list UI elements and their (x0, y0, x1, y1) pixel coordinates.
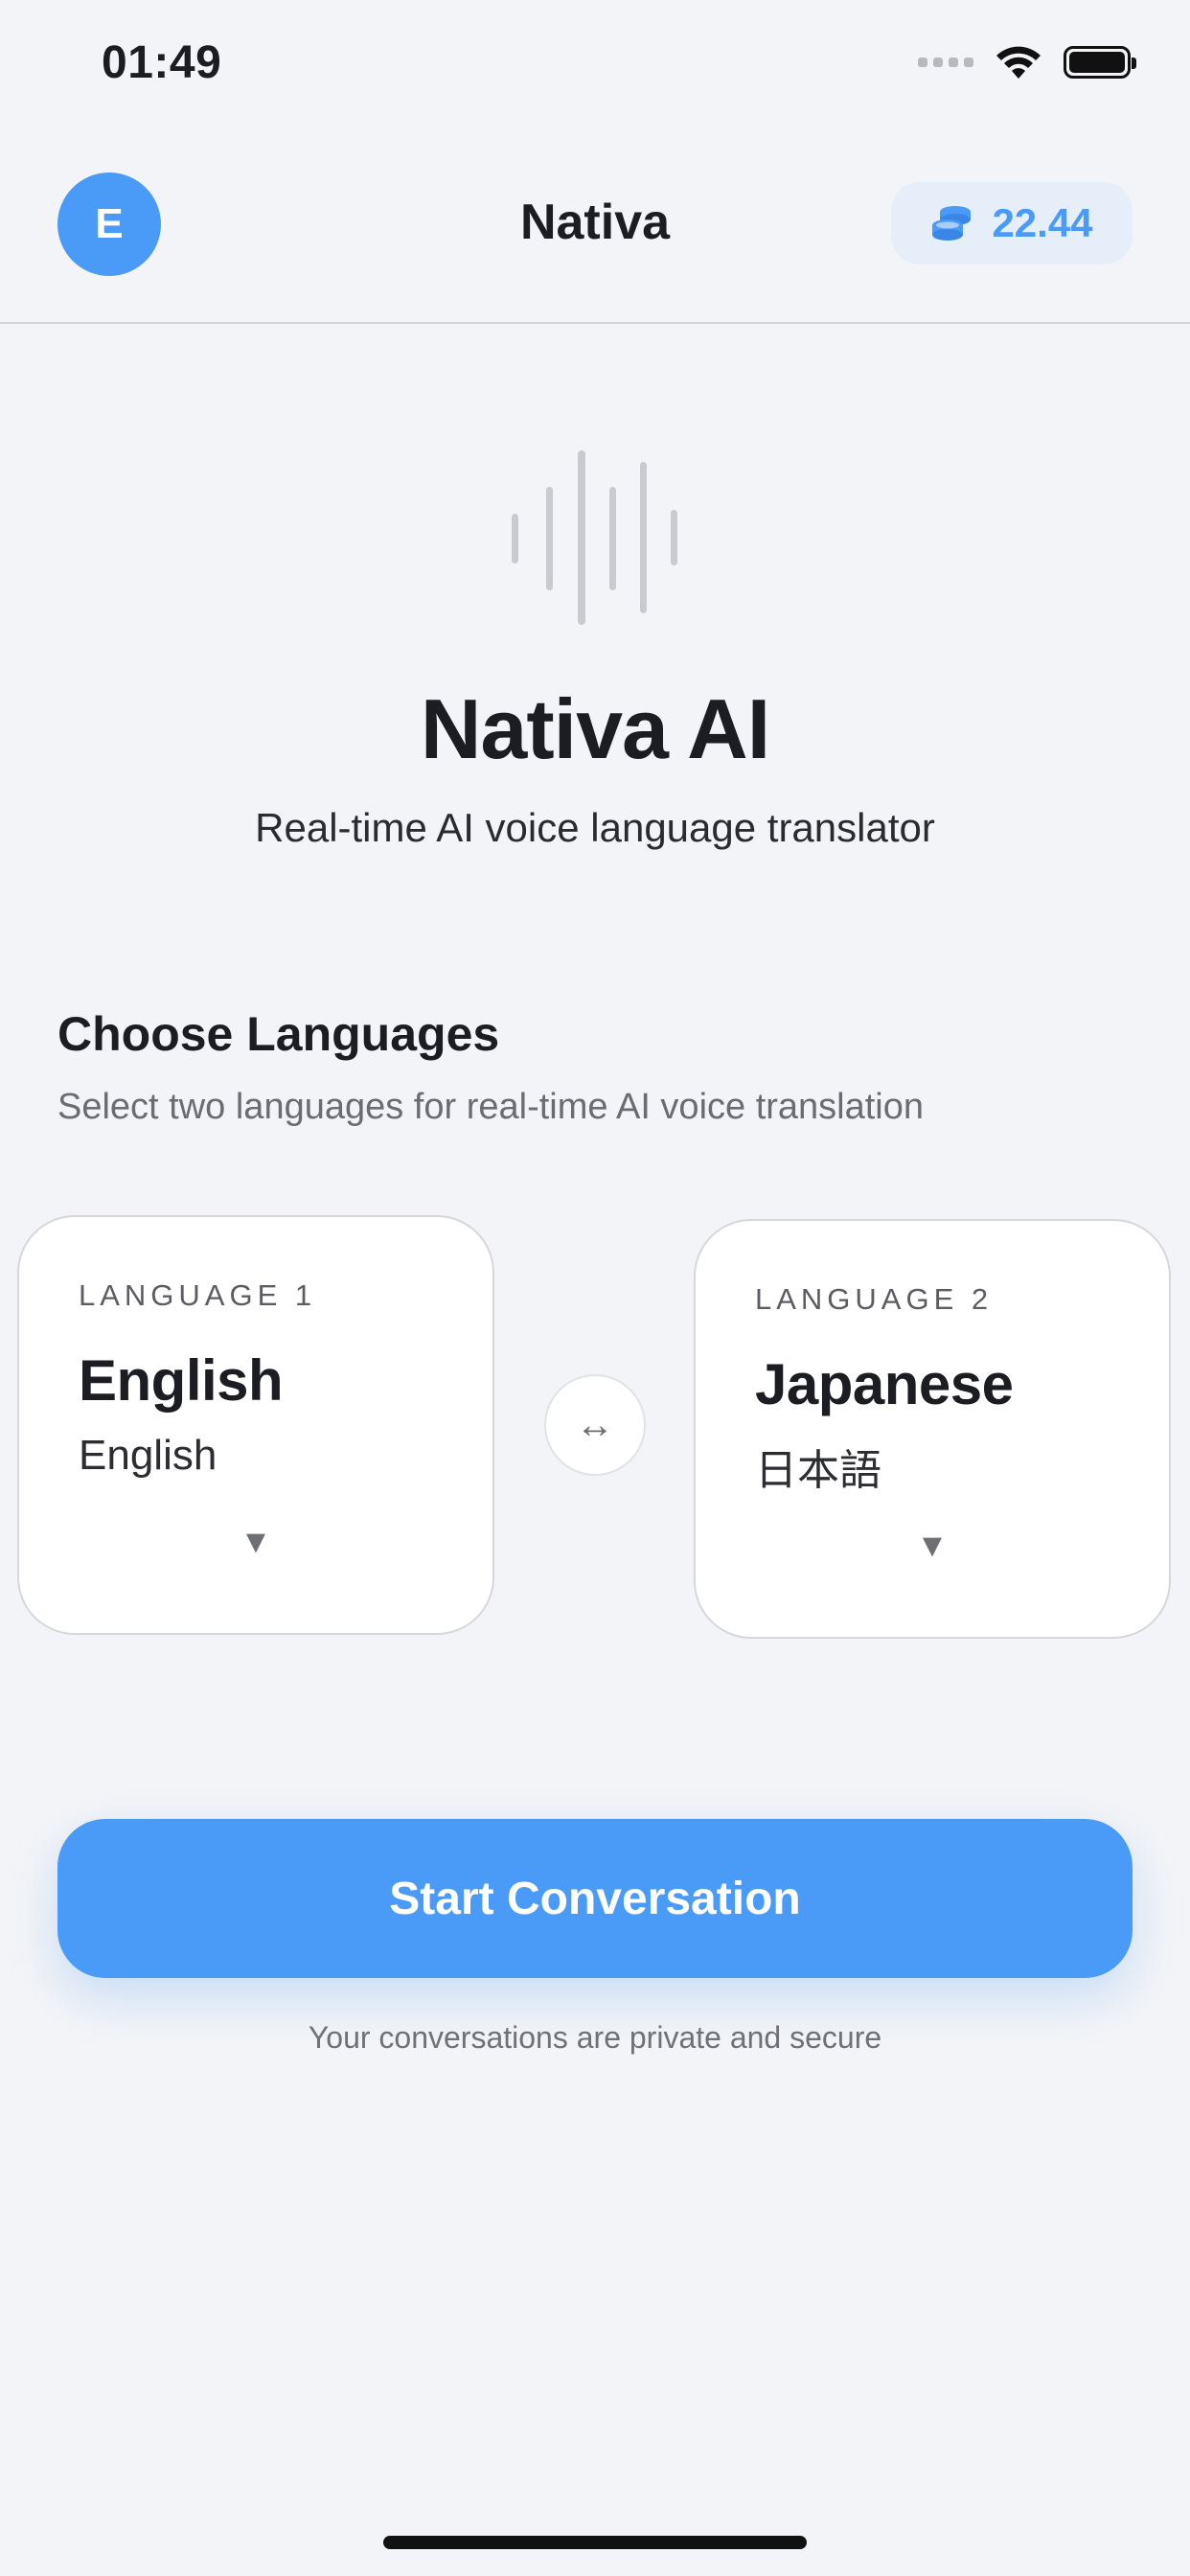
language-2-native-name: 日本語 (755, 1447, 881, 1494)
credits-balance-button[interactable]: 22.44 (891, 182, 1133, 264)
hero-subtitle: Real-time AI voice language translator (255, 805, 935, 850)
language-1-native-name: English (79, 1432, 217, 1479)
language-1-label: LANGUAGE 1 (79, 1278, 317, 1312)
battery-icon (1064, 46, 1136, 79)
language-1-name: English (79, 1348, 284, 1413)
language-2-selector[interactable]: LANGUAGE 2 Japanese 日本語 ▼ (694, 1219, 1171, 1639)
start-conversation-button[interactable]: Start Conversation (57, 1819, 1133, 1978)
chevron-down-icon: ▼ (916, 1528, 949, 1564)
status-time: 01:49 (102, 37, 222, 88)
header-divider (0, 322, 1190, 324)
cellular-dots-icon (918, 58, 973, 67)
credits-value: 22.44 (992, 200, 1093, 245)
home-indicator[interactable] (383, 2536, 807, 2549)
privacy-note: Your conversations are private and secur… (308, 2020, 882, 2055)
swap-arrows-icon: ↔ (576, 1403, 614, 1446)
chevron-down-icon: ▼ (240, 1524, 272, 1560)
section-subtitle: Select two languages for real-time AI vo… (57, 1087, 925, 1127)
language-1-selector[interactable]: LANGUAGE 1 English English ▼ (17, 1215, 494, 1635)
wifi-icon (996, 46, 1041, 79)
coins-stack-icon (932, 206, 972, 241)
language-2-name: Japanese (755, 1352, 1014, 1416)
status-icons (918, 44, 1136, 80)
sound-wave-icon (512, 450, 677, 625)
hero-title: Nativa AI (420, 681, 770, 776)
swap-languages-button[interactable]: ↔ (544, 1374, 646, 1476)
language-2-label: LANGUAGE 2 (755, 1282, 994, 1316)
section-title: Choose Languages (57, 1007, 500, 1061)
